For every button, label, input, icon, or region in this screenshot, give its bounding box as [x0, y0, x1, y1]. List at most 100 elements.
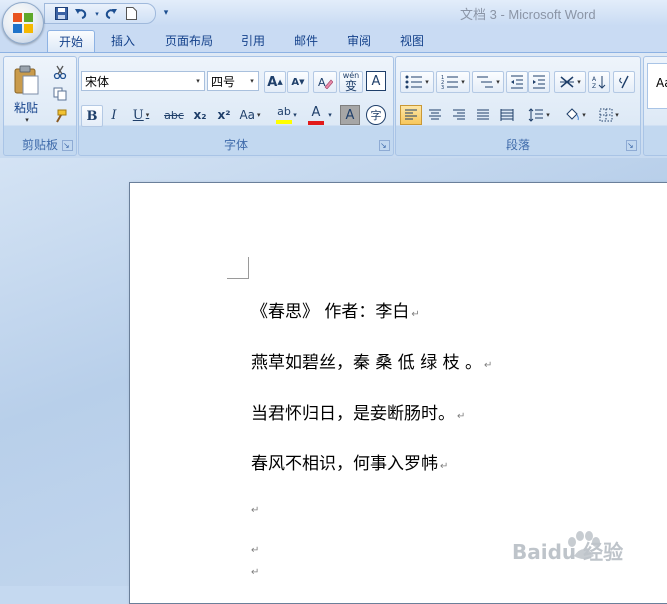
- distributed-button[interactable]: [496, 105, 518, 125]
- cut-button[interactable]: [51, 63, 69, 81]
- paragraph-dialog-launcher-icon[interactable]: ↘: [626, 140, 637, 151]
- align-left-icon: [405, 109, 417, 120]
- change-case-label: Aa: [239, 108, 256, 122]
- highlight-color-bar: [276, 120, 292, 124]
- tab-home[interactable]: 开始: [47, 30, 95, 53]
- subscript-label: x₂: [193, 108, 207, 122]
- grow-font-label: A: [267, 74, 278, 90]
- empty-paragraph-mark[interactable]: ↵: [251, 505, 259, 516]
- italic-button[interactable]: I: [104, 105, 124, 125]
- multilevel-list-button[interactable]: ▾: [472, 71, 504, 93]
- shrink-font-button[interactable]: A ▼: [287, 71, 309, 93]
- font-group: 宋体 ▾ 四号 ▾ A ▲ A ▼ A wén 变 A B I U ▾ abc x₂ …: [78, 56, 394, 156]
- align-right-button[interactable]: [448, 105, 470, 125]
- clipboard-dialog-launcher-icon[interactable]: ↘: [62, 140, 73, 151]
- styles-group: Aa: [643, 56, 667, 156]
- redo-icon[interactable]: [103, 6, 119, 21]
- chinese-layout-icon: [560, 76, 575, 88]
- font-size-dropdown-icon[interactable]: ▾: [246, 72, 258, 90]
- clear-format-button[interactable]: A: [313, 71, 337, 93]
- strikethrough-label: abc: [164, 108, 184, 122]
- office-button[interactable]: [2, 2, 44, 44]
- paragraph-mark: ↵: [457, 411, 466, 422]
- change-case-button[interactable]: Aa ▾: [236, 105, 264, 125]
- bullets-button[interactable]: ▾: [400, 71, 434, 93]
- document-line-3[interactable]: 当君怀归日，是妾断肠时。 ↵: [251, 399, 465, 424]
- paint-bucket-icon: [566, 108, 580, 121]
- quick-access-toolbar: ▾: [44, 3, 156, 24]
- font-color-dropdown-icon[interactable]: ▾: [326, 105, 334, 125]
- bold-button[interactable]: B: [81, 105, 103, 127]
- subscript-button[interactable]: x₂: [189, 105, 211, 125]
- font-size-select[interactable]: 四号 ▾: [207, 71, 259, 91]
- highlight-dropdown-icon[interactable]: ▾: [291, 105, 299, 125]
- change-case-dropdown-icon[interactable]: ▾: [257, 111, 261, 119]
- character-shading-button[interactable]: A: [340, 105, 360, 125]
- customize-qat-icon[interactable]: ▾: [158, 5, 174, 20]
- decrease-indent-button[interactable]: [506, 71, 528, 93]
- underline-button[interactable]: U ▾: [127, 105, 155, 125]
- character-border-label: A: [371, 73, 381, 89]
- new-doc-icon[interactable]: [123, 6, 139, 21]
- tab-mailings[interactable]: 邮件: [286, 30, 326, 52]
- document-line-2[interactable]: 燕草如碧丝，秦 桑 低 绿 枝 。 ↵: [251, 348, 492, 373]
- paste-dropdown-icon[interactable]: ▾: [25, 116, 29, 124]
- pilcrow-icon: [619, 75, 629, 89]
- tab-references[interactable]: 引用: [233, 30, 273, 52]
- phonetic-guide-button[interactable]: wén 变: [339, 71, 363, 93]
- style-preview-label: Aa: [656, 76, 667, 90]
- grow-font-button[interactable]: A ▲: [264, 71, 286, 93]
- undo-icon[interactable]: [73, 6, 89, 21]
- document-line-1[interactable]: 《春思》 作者：李白 ↵: [251, 297, 420, 322]
- underline-dropdown-icon[interactable]: ▾: [146, 111, 150, 119]
- font-color-bar: [308, 120, 324, 125]
- enclose-characters-button[interactable]: 字: [366, 105, 386, 125]
- underline-label: U: [132, 107, 144, 123]
- document-line-4[interactable]: 春风不相识，何事入罗帏 ↵: [251, 449, 448, 474]
- show-marks-button[interactable]: [613, 71, 635, 93]
- strikethrough-button[interactable]: abc: [161, 105, 187, 125]
- format-painter-button[interactable]: [51, 107, 69, 125]
- chinese-layout-button[interactable]: ▾: [554, 71, 586, 93]
- window-title: 文档 3 - Microsoft Word: [460, 7, 596, 22]
- format-painter-icon: [56, 109, 67, 123]
- align-center-icon: [429, 109, 441, 120]
- font-color-label: A: [311, 104, 321, 120]
- tab-review[interactable]: 审阅: [339, 30, 379, 52]
- superscript-button[interactable]: x²: [213, 105, 235, 125]
- font-dialog-launcher-icon[interactable]: ↘: [379, 140, 390, 151]
- font-name-dropdown-icon[interactable]: ▾: [192, 72, 204, 90]
- character-border-button[interactable]: A: [366, 71, 386, 91]
- align-left-button[interactable]: [400, 105, 422, 125]
- style-gallery-item[interactable]: Aa: [647, 63, 667, 109]
- tab-page-layout[interactable]: 页面布局: [158, 30, 220, 52]
- shading-button[interactable]: ▾: [560, 105, 590, 125]
- empty-paragraph-mark[interactable]: ↵: [251, 545, 259, 556]
- svg-text:3: 3: [441, 85, 444, 89]
- line-2-text: 燕草如碧丝，秦 桑 低 绿 枝 。: [251, 353, 483, 373]
- justify-button[interactable]: [472, 105, 494, 125]
- copy-button[interactable]: [51, 85, 69, 103]
- paragraph-mark: ↵: [440, 461, 449, 472]
- align-center-button[interactable]: [424, 105, 446, 125]
- align-right-icon: [453, 109, 465, 120]
- bold-label: B: [86, 108, 98, 124]
- paste-button[interactable]: 粘贴 ▾: [8, 60, 44, 128]
- sort-button[interactable]: AZ: [588, 71, 610, 93]
- scissors-icon: [53, 65, 67, 79]
- baidu-watermark: Baidu 经验: [512, 518, 662, 568]
- borders-button[interactable]: ▾: [594, 105, 624, 125]
- tab-insert[interactable]: 插入: [100, 30, 146, 52]
- sort-icon: AZ: [592, 76, 606, 89]
- phonetic-guide-char: 变: [344, 79, 357, 93]
- empty-paragraph-mark[interactable]: ↵: [251, 567, 259, 578]
- justify-icon: [477, 109, 489, 120]
- numbering-button[interactable]: 1 2 3 ▾: [436, 71, 470, 93]
- tab-view[interactable]: 视图: [392, 30, 432, 52]
- bullets-icon: [405, 75, 423, 89]
- increase-indent-button[interactable]: [528, 71, 550, 93]
- paragraph-mark: ↵: [484, 360, 493, 371]
- save-icon[interactable]: [53, 6, 69, 21]
- line-spacing-button[interactable]: ▾: [524, 105, 554, 125]
- font-name-select[interactable]: 宋体 ▾: [81, 71, 205, 91]
